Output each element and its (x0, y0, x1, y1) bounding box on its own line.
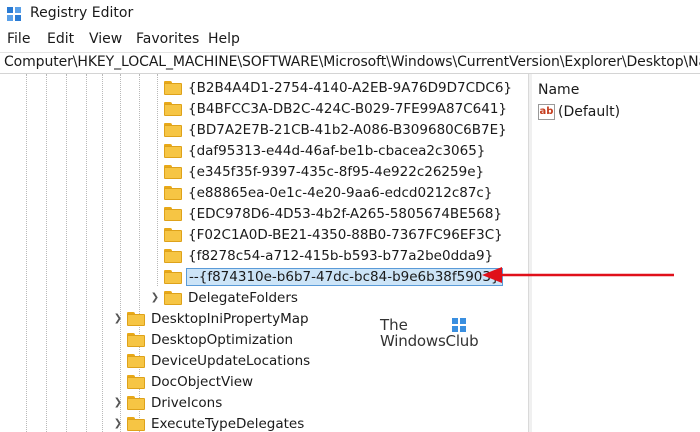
folder-icon (164, 290, 182, 305)
tree-node-label[interactable]: {F02C1A0D-BE21-4350-88B0-7367FC96EF3C} (186, 227, 505, 243)
values-pane[interactable]: Name ab (Default) (532, 74, 700, 432)
folder-icon (127, 374, 145, 389)
tree-guide (102, 74, 103, 432)
folder-icon (164, 122, 182, 137)
folder-icon (164, 248, 182, 263)
tree-guide (86, 74, 87, 432)
tree-guide (120, 74, 121, 432)
folder-icon (127, 311, 145, 326)
chevron-right-icon[interactable]: ❯ (113, 396, 123, 408)
tree-node-label[interactable]: DeviceUpdateLocations (149, 353, 312, 369)
tree-node[interactable]: {BD7A2E7B-21CB-41b2-A086-B309680C6B7E} (164, 119, 509, 140)
folder-icon (164, 227, 182, 242)
menu-help[interactable]: Help (208, 31, 240, 47)
chevron-right-icon[interactable]: ❯ (113, 417, 123, 429)
tree-node[interactable]: {B2B4A4D1-2754-4140-A2EB-9A76D9D7CDC6} (164, 77, 514, 98)
tree-node-label[interactable]: {EDC978D6-4D53-4b2f-A265-5805674BE568} (186, 206, 504, 222)
folder-icon (127, 395, 145, 410)
folder-icon (164, 164, 182, 179)
folder-icon (127, 353, 145, 368)
tree-node-label[interactable]: {BD7A2E7B-21CB-41b2-A086-B309680C6B7E} (186, 122, 509, 138)
title-bar: Registry Editor (0, 0, 700, 28)
menu-edit[interactable]: Edit (47, 31, 74, 47)
tree-guide (66, 74, 67, 432)
folder-icon (164, 143, 182, 158)
watermark: The WindowsClub (380, 316, 480, 356)
column-header-name[interactable]: Name (538, 82, 579, 98)
tree-node[interactable]: DesktopOptimization (127, 329, 295, 350)
tree-node[interactable]: DelegateFolders (164, 287, 300, 308)
chevron-right-icon[interactable]: ❯ (113, 312, 123, 324)
tree-node-label[interactable]: DesktopOptimization (149, 332, 295, 348)
tree-node[interactable]: ExecuteTypeDelegates (127, 413, 306, 432)
tree-node-label[interactable]: {e345f35f-9397-435c-8f95-4e922c26259e} (186, 164, 486, 180)
tree-node-label-selected[interactable]: --{f874310e-b6b7-47dc-bc84-b9e6b38f5903} (186, 267, 503, 286)
windows-logo-icon (452, 318, 466, 332)
address-path[interactable]: Computer\HKEY_LOCAL_MACHINE\SOFTWARE\Mic… (4, 54, 700, 70)
tree-node-label[interactable]: {f8278c54-a712-415b-b593-b77a2be0dda9} (186, 248, 495, 264)
tree-node[interactable]: {EDC978D6-4D53-4b2f-A265-5805674BE568} (164, 203, 504, 224)
tree-node[interactable]: DriveIcons (127, 392, 224, 413)
folder-icon (164, 101, 182, 116)
tree-guide (46, 74, 47, 432)
menu-favorites[interactable]: Favorites (136, 31, 199, 47)
tree-node-label[interactable]: DocObjectView (149, 374, 255, 390)
menu-file[interactable]: File (7, 31, 30, 47)
tree-node-label[interactable]: {e88865ea-0e1c-4e20-9aa6-edcd0212c87c} (186, 185, 494, 201)
tree-node-label[interactable]: {daf95313-e44d-46af-be1b-cbacea2c3065} (186, 143, 487, 159)
tree-node-label[interactable]: DriveIcons (149, 395, 224, 411)
registry-editor-icon (7, 7, 21, 21)
key-tree-pane[interactable]: {B2B4A4D1-2754-4140-A2EB-9A76D9D7CDC6} {… (0, 74, 528, 432)
tree-node[interactable]: DocObjectView (127, 371, 255, 392)
value-row[interactable]: ab (Default) (538, 104, 620, 120)
tree-guide (26, 74, 27, 432)
menu-bar: File Edit View Favorites Help (0, 28, 700, 52)
watermark-line2: WindowsClub (380, 332, 479, 350)
tree-node-label[interactable]: DelegateFolders (186, 290, 300, 306)
tree-node-label[interactable]: {B2B4A4D1-2754-4140-A2EB-9A76D9D7CDC6} (186, 80, 514, 96)
tree-node[interactable]: {e88865ea-0e1c-4e20-9aa6-edcd0212c87c} (164, 182, 494, 203)
value-name[interactable]: (Default) (558, 104, 620, 120)
tree-node-label[interactable]: DesktopIniPropertyMap (149, 311, 311, 327)
folder-icon (164, 206, 182, 221)
tree-node[interactable]: {B4BFCC3A-DB2C-424C-B029-7FE99A87C641} (164, 98, 509, 119)
address-bar[interactable]: Computer\HKEY_LOCAL_MACHINE\SOFTWARE\Mic… (0, 52, 700, 74)
annotation-arrow-icon (482, 267, 674, 283)
window-title: Registry Editor (30, 5, 134, 21)
folder-icon (127, 332, 145, 347)
chevron-right-icon[interactable]: ❯ (150, 291, 160, 303)
tree-guide (157, 74, 158, 286)
folder-icon (164, 80, 182, 95)
tree-node[interactable]: {daf95313-e44d-46af-be1b-cbacea2c3065} (164, 140, 487, 161)
folder-icon (164, 185, 182, 200)
string-value-icon: ab (538, 104, 555, 120)
folder-icon (127, 416, 145, 431)
tree-node[interactable]: {F02C1A0D-BE21-4350-88B0-7367FC96EF3C} (164, 224, 505, 245)
tree-node-label[interactable]: {B4BFCC3A-DB2C-424C-B029-7FE99A87C641} (186, 101, 509, 117)
folder-icon (164, 269, 182, 284)
tree-node[interactable]: DesktopIniPropertyMap (127, 308, 311, 329)
tree-node-label[interactable]: ExecuteTypeDelegates (149, 416, 306, 432)
tree-node[interactable]: {f8278c54-a712-415b-b593-b77a2be0dda9} (164, 245, 495, 266)
tree-node-selected[interactable]: --{f874310e-b6b7-47dc-bc84-b9e6b38f5903} (164, 266, 503, 287)
menu-view[interactable]: View (89, 31, 122, 47)
tree-node[interactable]: {e345f35f-9397-435c-8f95-4e922c26259e} (164, 161, 486, 182)
tree-node[interactable]: DeviceUpdateLocations (127, 350, 312, 371)
